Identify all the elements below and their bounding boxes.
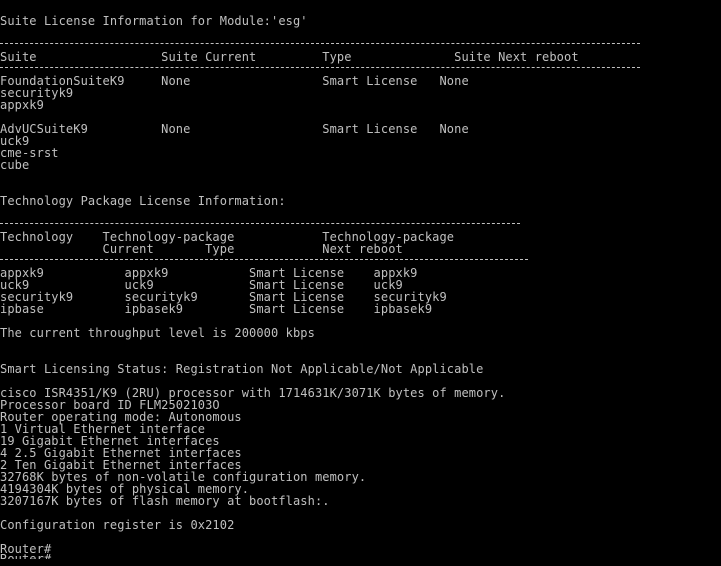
suite-license-title: Suite License Information for Module:'es… bbox=[0, 14, 308, 28]
separator bbox=[0, 67, 640, 68]
tech-package-title: Technology Package License Information: bbox=[0, 194, 286, 208]
separator bbox=[0, 43, 640, 44]
tech-row: ipbase ipbasek9 Smart License ipbasek9 bbox=[0, 302, 433, 316]
separator bbox=[0, 223, 520, 224]
suite-table-header: Suite Suite Current Type Suite Next rebo… bbox=[0, 50, 579, 64]
throughput-line: The current throughput level is 200000 k… bbox=[0, 326, 315, 340]
terminal-window[interactable]: Suite License Information for Module:'es… bbox=[0, 0, 721, 559]
smart-licensing-status: Smart Licensing Status: Registration Not… bbox=[0, 362, 484, 376]
suite-row: AdvUCSuiteK9 None Smart License None bbox=[0, 122, 469, 136]
hardware-line: 3207167K bytes of flash memory at bootfl… bbox=[0, 494, 330, 508]
tech-table-header-line2: Current Type Next reboot bbox=[0, 242, 403, 256]
suite-row: appxk9 bbox=[0, 98, 44, 112]
separator bbox=[0, 259, 528, 260]
config-register-line: Configuration register is 0x2102 bbox=[0, 518, 235, 532]
suite-row: cube bbox=[0, 158, 30, 172]
command-prompt-partial[interactable]: Router# bbox=[0, 553, 51, 559]
